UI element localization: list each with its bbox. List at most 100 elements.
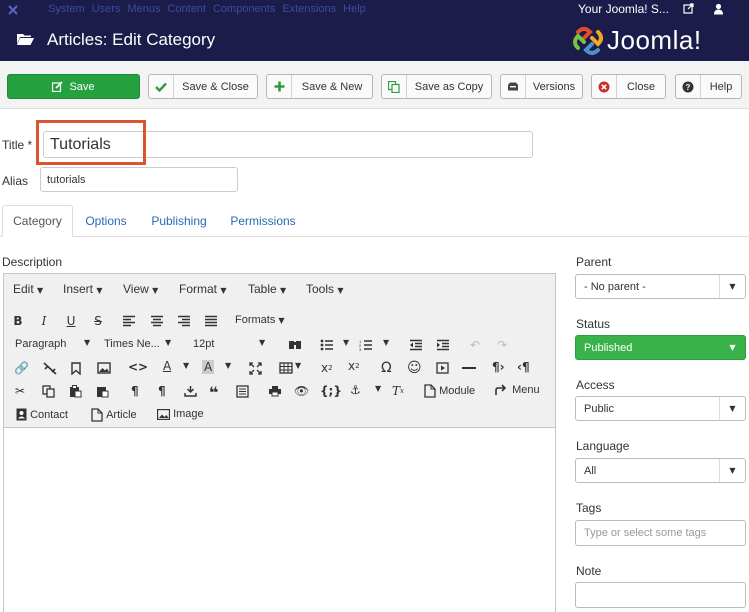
tab-publishing[interactable]: Publishing <box>142 205 216 237</box>
text-color-icon[interactable]: A <box>163 359 171 373</box>
editor-menu-tools[interactable]: Tools ▼ <box>306 282 344 296</box>
outdent-icon[interactable] <box>409 339 423 351</box>
special-character-icon[interactable]: Ω <box>381 360 392 376</box>
italic-icon[interactable]: I <box>37 314 51 328</box>
help-button[interactable]: ? Help <box>675 74 742 99</box>
save-button[interactable]: Save <box>7 74 140 99</box>
paste-icon[interactable] <box>69 385 82 398</box>
menu-system[interactable]: System <box>48 3 85 15</box>
save-new-button[interactable]: Save & New <box>266 74 373 99</box>
versions-button[interactable]: Versions <box>500 74 583 99</box>
user-icon[interactable] <box>713 3 724 15</box>
chevron-down-icon[interactable]: ▼ <box>383 338 389 347</box>
article-button[interactable]: Article <box>91 408 137 422</box>
strikethrough-icon[interactable]: S <box>91 314 105 328</box>
link-icon[interactable]: 🔗 <box>14 361 29 375</box>
editor-menu-insert[interactable]: Insert ▼ <box>63 282 103 296</box>
underline-icon[interactable]: U <box>64 314 78 328</box>
bold-icon[interactable]: B <box>11 314 25 328</box>
menu-extensions[interactable]: Extensions <box>282 3 336 15</box>
chevron-down-icon: ▼ <box>719 459 745 482</box>
unlink-icon[interactable] <box>43 362 57 375</box>
module-button[interactable]: Module <box>424 384 475 398</box>
save-as-copy-button[interactable]: Save as Copy <box>381 74 492 99</box>
chevron-down-icon[interactable]: ▼ <box>343 338 349 347</box>
contact-button[interactable]: Contact <box>16 408 68 421</box>
visual-chars-icon[interactable]: ¶ <box>131 384 139 398</box>
external-link-icon[interactable] <box>683 3 694 14</box>
code-icon[interactable]: <> <box>128 360 148 374</box>
tags-input[interactable]: Type or select some tags <box>575 520 746 546</box>
table-icon[interactable] <box>279 362 293 374</box>
visual-blocks-icon[interactable]: ¶ <box>158 384 166 398</box>
editor-menu-format[interactable]: Format ▼ <box>179 282 227 296</box>
horizontal-rule-icon[interactable] <box>462 367 476 370</box>
menu-help[interactable]: Help <box>343 3 366 15</box>
editor-menu-table[interactable]: Table ▼ <box>248 282 286 296</box>
tab-options[interactable]: Options <box>77 205 135 237</box>
access-select[interactable]: Public ▼ <box>575 396 746 421</box>
fullscreen-icon[interactable] <box>249 362 262 375</box>
copy-icon[interactable] <box>42 385 55 398</box>
blockquote-icon[interactable]: ❝ <box>209 383 218 402</box>
print-icon[interactable] <box>268 385 282 397</box>
image-button[interactable]: Image <box>157 408 204 420</box>
tab-permissions[interactable]: Permissions <box>223 205 303 237</box>
template-icon[interactable] <box>236 385 249 398</box>
preview-icon[interactable]: 👁 <box>294 384 309 398</box>
align-center-icon[interactable] <box>150 315 164 327</box>
menu-button[interactable]: Menu <box>495 384 540 396</box>
menu-components[interactable]: Components <box>213 3 275 15</box>
find-replace-icon[interactable] <box>288 338 302 350</box>
menu-content[interactable]: Content <box>167 3 206 15</box>
anchor-icon[interactable]: ⚓ <box>350 383 361 397</box>
rtl-icon[interactable]: ‹¶ <box>517 360 530 374</box>
status-select[interactable]: Published ▼ <box>575 335 746 360</box>
superscript-icon[interactable]: x2 <box>348 359 360 373</box>
subscript-icon[interactable]: x2 <box>321 361 333 375</box>
note-input[interactable] <box>575 582 746 608</box>
align-justify-icon[interactable] <box>204 315 218 327</box>
background-color-icon[interactable]: A <box>202 360 215 374</box>
svg-text:3: 3 <box>359 347 362 351</box>
ltr-icon[interactable]: ¶› <box>492 360 505 374</box>
cut-icon[interactable]: ✂ <box>15 384 25 398</box>
emoticons-icon[interactable]: ☺ <box>407 360 422 376</box>
chevron-down-icon[interactable]: ▼ <box>295 361 301 370</box>
paragraph-dropdown[interactable]: Paragraph <box>15 338 66 350</box>
undo-icon[interactable]: ↶ <box>470 338 480 352</box>
indent-icon[interactable] <box>436 339 450 351</box>
redo-icon[interactable]: ↷ <box>497 338 507 352</box>
media-icon[interactable] <box>436 362 449 374</box>
editor-menu-edit[interactable]: Edit ▼ <box>13 282 43 296</box>
font-size-dropdown[interactable]: 12pt <box>193 338 214 350</box>
formats-dropdown[interactable]: Formats ▼ <box>235 314 285 326</box>
chevron-down-icon[interactable]: ▼ <box>225 361 231 370</box>
alias-input[interactable]: tutorials <box>40 167 238 192</box>
image-icon[interactable] <box>97 362 111 374</box>
align-left-icon[interactable] <box>122 315 136 327</box>
chevron-down-icon[interactable]: ▼ <box>183 361 189 370</box>
menu-menus[interactable]: Menus <box>127 3 160 15</box>
parent-select[interactable]: - No parent - ▼ <box>575 274 746 299</box>
editor-content-area[interactable] <box>4 429 555 612</box>
joomla-logo-icon[interactable] <box>6 3 20 17</box>
bookmark-icon[interactable] <box>71 362 81 375</box>
font-family-dropdown[interactable]: Times Ne... <box>104 338 160 350</box>
chevron-down-icon[interactable]: ▼ <box>375 384 381 393</box>
bullet-list-icon[interactable] <box>320 339 334 351</box>
numbered-list-icon[interactable]: 123 <box>359 339 373 351</box>
site-name-link[interactable]: Your Joomla! S... <box>578 2 669 16</box>
paste-text-icon[interactable] <box>96 385 109 398</box>
editor-menu-view[interactable]: View ▼ <box>123 282 158 296</box>
menu-users[interactable]: Users <box>92 3 121 15</box>
clear-formatting-icon[interactable]: Tx <box>392 384 404 398</box>
insert-date-icon[interactable] <box>184 385 197 397</box>
close-button[interactable]: Close <box>591 74 666 99</box>
save-close-button[interactable]: Save & Close <box>148 74 258 99</box>
chevron-down-icon: ▼ <box>719 397 745 420</box>
language-select[interactable]: All ▼ <box>575 458 746 483</box>
align-right-icon[interactable] <box>177 315 191 327</box>
code-sample-icon[interactable]: {;} <box>320 384 342 398</box>
tab-category[interactable]: Category <box>2 205 73 237</box>
